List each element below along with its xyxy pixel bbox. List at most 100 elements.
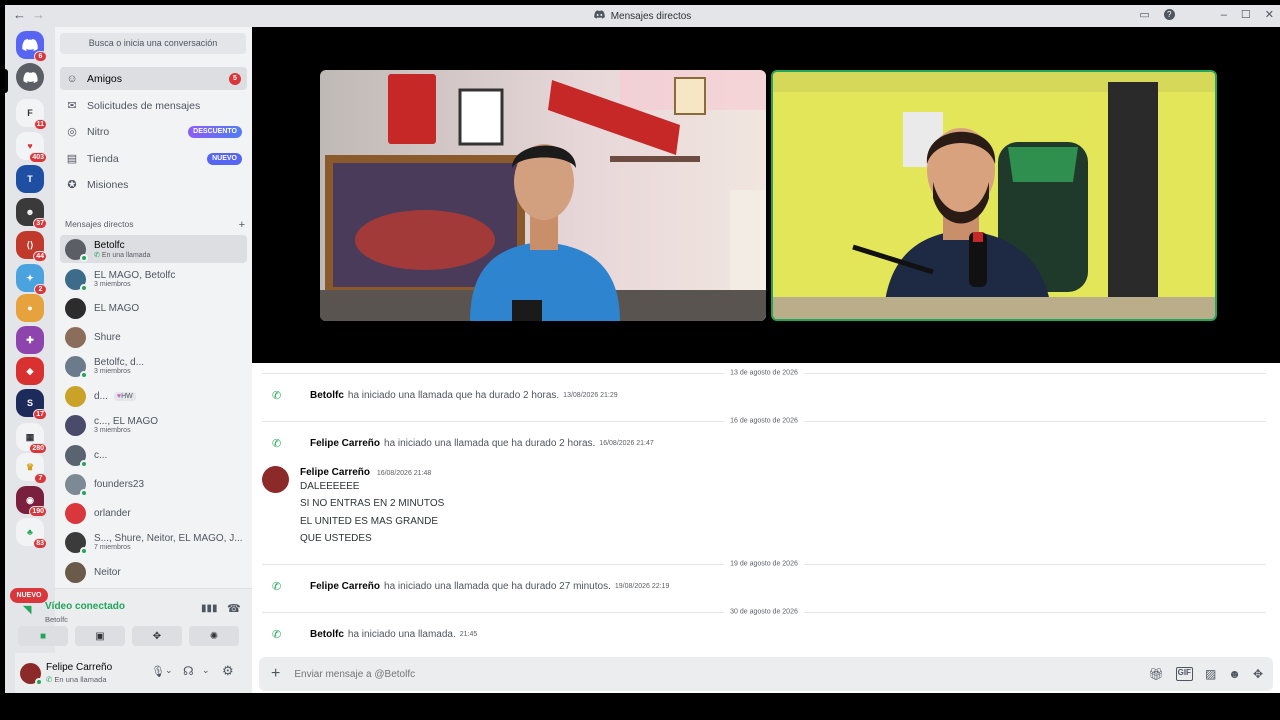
- gif-icon[interactable]: GIF: [1175, 667, 1193, 681]
- dm-item[interactable]: EL MAGO, Betolfc 3 miembros: [60, 265, 247, 293]
- microphone-icon[interactable]: 🎙︎: [151, 665, 165, 678]
- nav-friends[interactable]: ☺ Amigos 5: [60, 67, 247, 90]
- message-author[interactable]: Betolfc: [310, 390, 344, 401]
- message-author[interactable]: Felipe Carreño: [300, 467, 370, 478]
- nav-quests[interactable]: ✪ Misiones: [60, 173, 247, 196]
- dm-item[interactable]: Shure: [60, 323, 247, 351]
- sticker-icon[interactable]: ▨: [1205, 667, 1216, 681]
- guild-badge: 44: [33, 251, 47, 262]
- gift-icon[interactable]: 🎁︎: [1148, 667, 1163, 681]
- dm-item[interactable]: EL MAGO: [60, 294, 247, 322]
- message-input[interactable]: [294, 668, 1095, 680]
- server-icon[interactable]: ●: [16, 294, 44, 322]
- server-icon[interactable]: S 17: [16, 389, 47, 420]
- chevron-down-icon[interactable]: ⌄: [202, 665, 210, 676]
- disconnect-icon[interactable]: ☎: [227, 602, 241, 615]
- avatar: [65, 414, 86, 436]
- dm-name: founders23: [94, 478, 145, 490]
- server-icon[interactable]: ▦ 280: [16, 423, 47, 454]
- add-dm-icon[interactable]: +: [239, 219, 245, 231]
- avatar: [65, 326, 86, 348]
- server-icon[interactable]: ⟨⟩ 44: [16, 231, 47, 262]
- avatar: [65, 385, 86, 407]
- dm-item[interactable]: Betolfc ✆ En una llamada: [60, 235, 247, 263]
- nav-message-requests[interactable]: ✉ Solicitudes de mensajes: [60, 94, 247, 117]
- server-icon[interactable]: ✦ 2: [16, 264, 47, 295]
- screen-share-button[interactable]: ▣: [75, 626, 125, 646]
- guild-badge: 37: [33, 218, 47, 229]
- soundboard-button[interactable]: ✺: [189, 626, 239, 646]
- avatar: [65, 268, 88, 292]
- apps-icon[interactable]: ✥: [1253, 667, 1263, 681]
- dm-item[interactable]: Betolfc, d... 3 miembros: [60, 352, 247, 380]
- inbox-icon[interactable]: ▭: [1139, 8, 1149, 21]
- message-author[interactable]: Felipe Carreño: [310, 438, 380, 449]
- call-log-message: ✆ Felipe Carreño ha iniciado una llamada…: [272, 580, 669, 593]
- timestamp: 16/08/2026 21:47: [599, 440, 654, 447]
- activities-button[interactable]: ✥: [132, 626, 182, 646]
- message-author[interactable]: Felipe Carreño: [310, 581, 380, 592]
- user-status: ✆ En una llamada: [46, 675, 107, 684]
- server-icon[interactable]: ✚: [16, 326, 44, 354]
- nav-shop[interactable]: ▤ Tienda NUEVO: [60, 147, 247, 170]
- settings-gear-icon[interactable]: ⚙: [222, 663, 234, 679]
- webcam-feed-image: [320, 70, 766, 321]
- server-icon[interactable]: ◉ 190: [16, 486, 47, 517]
- dm-item[interactable]: Neitor: [60, 558, 247, 586]
- maximize-icon[interactable]: ☐: [1241, 8, 1251, 21]
- guild-badge: 6: [34, 51, 47, 62]
- camera-button[interactable]: ■: [18, 626, 68, 646]
- emoji-icon[interactable]: ☻: [1228, 667, 1241, 681]
- headphones-icon[interactable]: ☊: [183, 664, 194, 678]
- mail-icon: ✉: [67, 100, 77, 112]
- server-icon[interactable]: ♛ 7: [16, 453, 47, 484]
- dm-item[interactable]: d... ♥HW: [60, 382, 247, 410]
- timestamp: 16/08/2026 21:48: [376, 470, 432, 477]
- chevron-down-icon[interactable]: ⌄: [165, 665, 173, 676]
- video-tile-betolfc[interactable]: [320, 70, 766, 321]
- call-stage: [252, 27, 1280, 363]
- help-icon[interactable]: ?: [1163, 9, 1175, 20]
- server-icon[interactable]: T: [16, 165, 44, 193]
- dm-members: 7 miembros: [94, 544, 131, 551]
- server-icon[interactable]: F 11: [16, 99, 47, 130]
- dm-members: 3 miembros: [94, 281, 131, 288]
- server-icon[interactable]: ♣ 83: [16, 518, 47, 549]
- dm-item[interactable]: S..., Shure, Neitor, EL MAGO, J... 7 miem…: [60, 528, 247, 556]
- phone-icon: ✆: [272, 390, 282, 402]
- search-input[interactable]: Busca o inicia una conversación: [60, 33, 246, 54]
- server-icon[interactable]: ♥ 403: [16, 132, 47, 163]
- message-author[interactable]: Betolfc: [310, 629, 344, 640]
- dm-item[interactable]: orlander: [60, 499, 247, 527]
- dm-name: c..., EL MAGO: [94, 416, 159, 427]
- guild-tag-badge: ♥HW: [113, 391, 136, 401]
- guild-badge: 17: [33, 409, 47, 420]
- date-divider: 13 de agosto de 2026: [262, 369, 1266, 377]
- minimize-icon[interactable]: –: [1221, 9, 1227, 21]
- dm-item[interactable]: c...: [60, 441, 247, 469]
- quests-icon: ✪: [67, 179, 77, 191]
- add-attachment-icon[interactable]: +: [271, 665, 280, 683]
- user-avatar[interactable]: [20, 663, 43, 686]
- dm-item[interactable]: c..., EL MAGO 3 miembros: [60, 411, 247, 439]
- dm-members: 3 miembros: [94, 427, 131, 434]
- video-tile-felipe[interactable]: [771, 70, 1217, 321]
- avatar: [65, 355, 88, 379]
- dm-item[interactable]: founders23: [60, 470, 247, 498]
- dm-name: c...: [94, 449, 108, 461]
- direct-messages-home-icon[interactable]: 6: [16, 31, 47, 62]
- dm-main: 13 de agosto de 2026 ✆ Betolfc ha inicia…: [252, 27, 1280, 693]
- new-tag: NUEVO: [207, 152, 242, 165]
- server-icon[interactable]: ◆: [16, 357, 44, 385]
- message-avatar[interactable]: [262, 466, 289, 493]
- discord-window: ← → Mensajes directos ▭ ? – ☐ ✕ 6 F 11 ♥ 4: [5, 5, 1280, 693]
- signal-icon: ◥: [23, 604, 32, 616]
- server-icon[interactable]: [16, 63, 44, 91]
- avatar: [65, 561, 86, 583]
- noise-suppression-icon[interactable]: ▮▮▮: [201, 603, 218, 614]
- nav-nitro[interactable]: ◎ Nitro DESCUENTO: [60, 120, 247, 143]
- title-bar: ← → Mensajes directos ▭ ? – ☐ ✕: [5, 5, 1280, 27]
- phone-icon: ✆: [272, 629, 282, 641]
- close-icon[interactable]: ✕: [1265, 8, 1274, 21]
- server-icon[interactable]: ☻ 37: [16, 198, 47, 229]
